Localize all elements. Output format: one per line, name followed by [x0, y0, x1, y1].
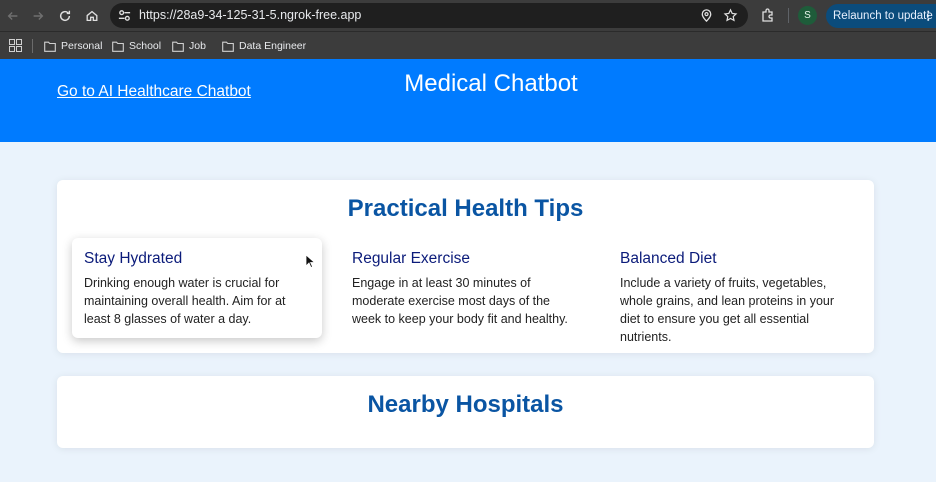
health-tips-section: Practical Health Tips Stay Hydrated Drin…: [57, 180, 874, 353]
section-title: Practical Health Tips: [347, 195, 584, 222]
bookmarks-divider: [32, 39, 33, 53]
site-info-icon[interactable]: [117, 8, 132, 23]
relaunch-button[interactable]: Relaunch to update ⋮: [826, 4, 936, 28]
forward-arrow-icon[interactable]: [28, 6, 48, 26]
menu-kebab-icon[interactable]: ⋮: [923, 4, 935, 28]
bookmark-star-icon[interactable]: [723, 8, 738, 23]
folder-icon: [112, 41, 124, 52]
bookmark-label: Job: [189, 40, 206, 52]
tip-text: Drinking enough water is crucial for mai…: [84, 276, 286, 326]
bookmark-folder-personal[interactable]: Personal: [44, 37, 102, 55]
bookmark-label: Data Engineer: [239, 40, 307, 52]
page-title: Medical Chatbot: [404, 70, 578, 97]
relaunch-label: Relaunch to update: [833, 10, 933, 22]
bookmark-label: School: [129, 40, 162, 52]
tip-text: Engage in at least 30 minutes of moderat…: [352, 276, 568, 326]
mouse-cursor-icon: [305, 254, 315, 268]
home-icon[interactable]: [82, 6, 102, 26]
tip-card[interactable]: Stay Hydrated Drinking enough water is c…: [72, 238, 322, 338]
nearby-hospitals-section: Nearby Hospitals: [57, 376, 874, 448]
section-title: Nearby Hospitals: [367, 391, 564, 418]
bookmark-folder-data-engineer[interactable]: Data Engineer: [222, 37, 306, 55]
address-bar[interactable]: https://28a9-34-125-31-5.ngrok-free.app: [110, 3, 748, 28]
browser-toolbar: https://28a9-34-125-31-5.ngrok-free.app …: [0, 0, 936, 31]
bookmark-label: Personal: [61, 40, 103, 52]
url-text[interactable]: https://28a9-34-125-31-5.ngrok-free.app: [139, 8, 361, 22]
extensions-puzzle-icon[interactable]: [760, 7, 776, 23]
folder-icon: [172, 41, 184, 52]
bookmarks-bar: Personal School Job Data Engineer: [0, 31, 936, 59]
tip-heading: Balanced Diet: [620, 250, 717, 267]
location-pin-icon[interactable]: [699, 8, 714, 23]
tip-card[interactable]: Balanced Diet Include a variety of fruit…: [608, 238, 858, 344]
tip-card[interactable]: Regular Exercise Engage in at least 30 m…: [340, 238, 590, 338]
bookmark-folder-job[interactable]: Job: [172, 37, 206, 55]
toolbar-divider: [788, 8, 789, 23]
page-header: Go to AI Healthcare Chatbot Medical Chat…: [0, 59, 936, 142]
tip-heading: Stay Hydrated: [84, 250, 183, 267]
folder-icon: [44, 41, 56, 52]
profile-avatar[interactable]: S: [798, 6, 817, 25]
reload-icon[interactable]: [55, 6, 75, 26]
apps-grid-icon[interactable]: [9, 39, 22, 52]
bookmark-folder-school[interactable]: School: [112, 37, 161, 55]
tip-heading: Regular Exercise: [352, 250, 471, 267]
back-arrow-icon[interactable]: [3, 6, 23, 26]
folder-icon: [222, 41, 234, 52]
tip-text: Include a variety of fruits, vegetables,…: [620, 276, 835, 344]
